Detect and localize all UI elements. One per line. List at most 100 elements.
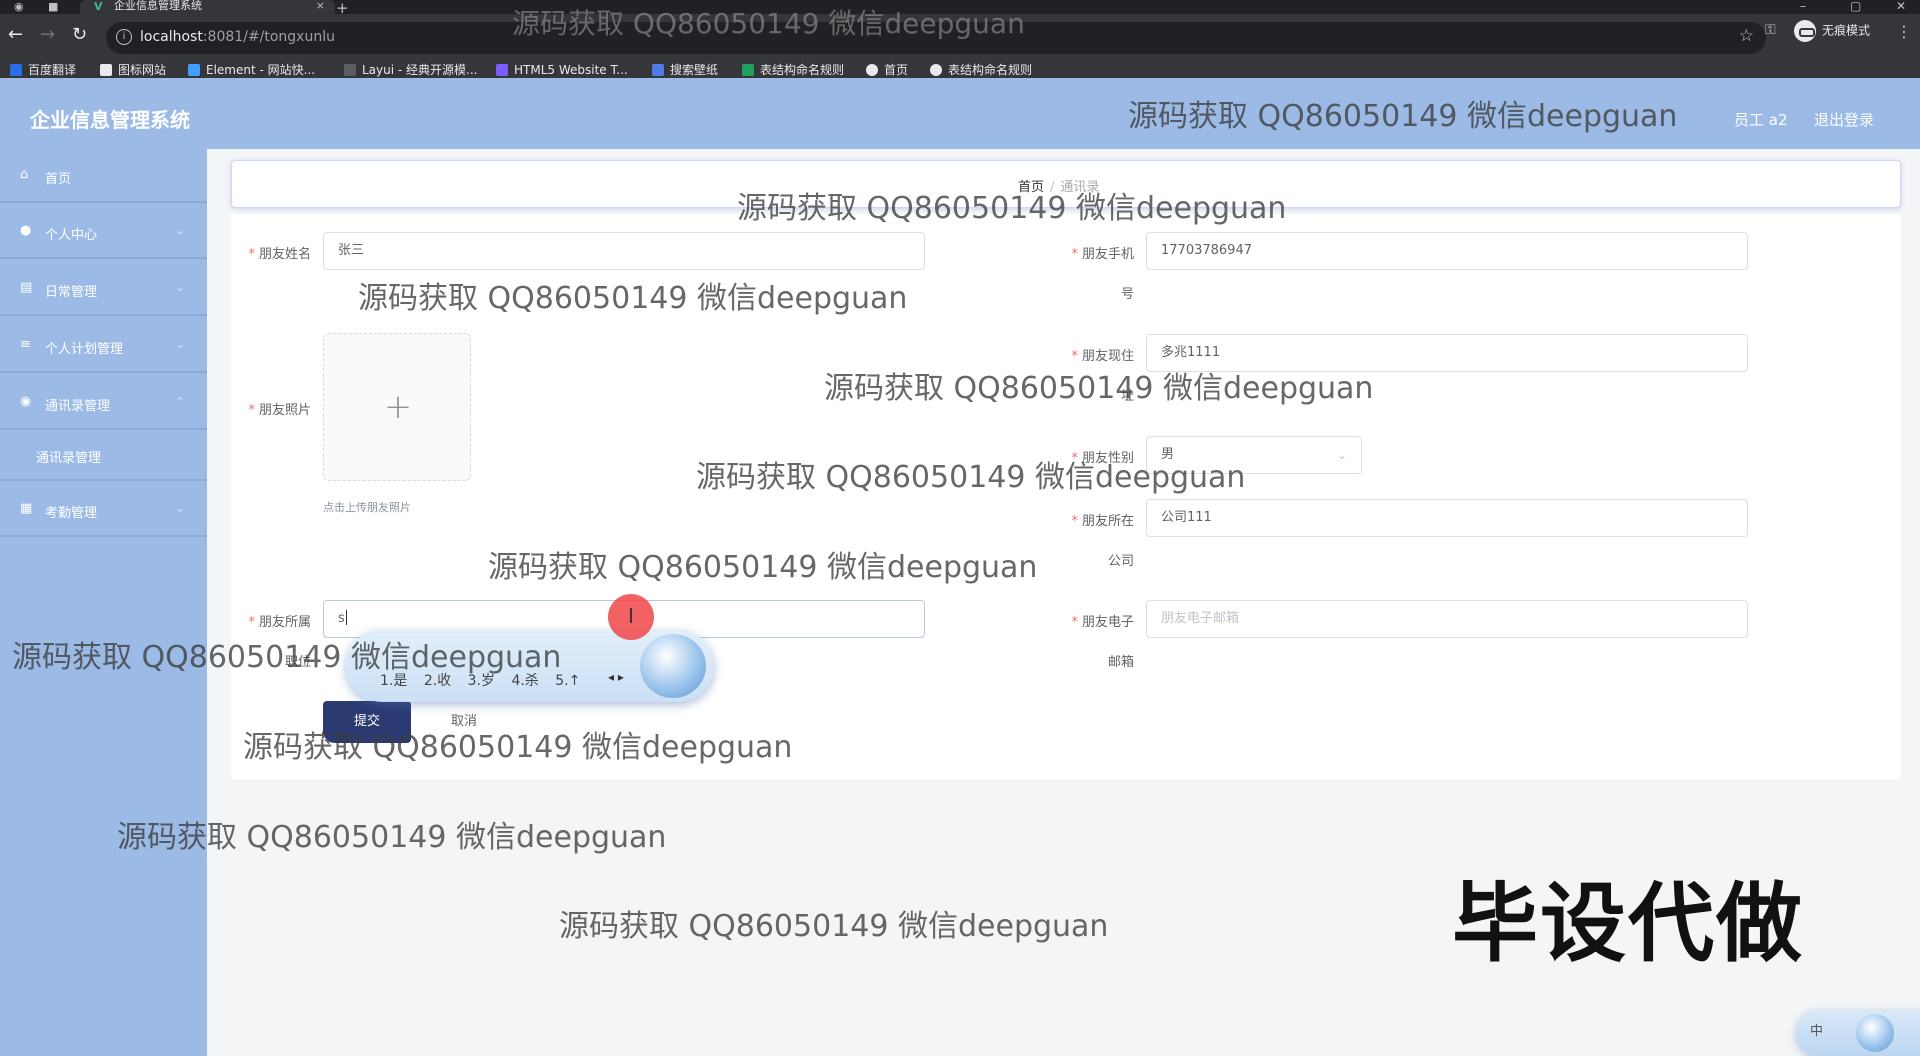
sidebar-item-label: 个人中心 bbox=[45, 228, 98, 243]
info-icon: ◉ bbox=[20, 394, 32, 409]
watermark: 源码获取 QQ86050149 微信deepguan bbox=[358, 281, 908, 316]
bookmark-star-icon[interactable]: ☆ bbox=[1739, 26, 1754, 46]
document-icon: ▤ bbox=[20, 280, 33, 295]
watermark: 源码获取 QQ86050149 微信deepguan bbox=[12, 640, 562, 675]
chevron-down-icon: ⌄ bbox=[175, 224, 185, 237]
minimize-icon[interactable]: – bbox=[1800, 0, 1806, 13]
globe-icon bbox=[866, 64, 878, 76]
ime-paging-icon[interactable]: ◂ ▸ bbox=[608, 670, 624, 684]
bookmark-item[interactable]: 表结构命名规则 bbox=[930, 62, 1032, 78]
ime-skin-icon bbox=[640, 634, 706, 698]
address-label: * 朋友现住 bbox=[1071, 349, 1134, 364]
browser-menu-icon[interactable]: ◉ bbox=[14, 0, 24, 13]
close-window-icon[interactable]: ✕ bbox=[1896, 0, 1906, 13]
maximize-icon[interactable]: ▢ bbox=[1850, 0, 1861, 13]
logout-link[interactable]: 退出登录 bbox=[1814, 109, 1874, 130]
bookmark-item[interactable]: HTML5 Website T... bbox=[496, 62, 628, 78]
chevron-down-icon: ⌄ bbox=[175, 281, 185, 294]
browser-tab[interactable]: V 企业信息管理系统 × bbox=[80, 0, 335, 14]
sidebar-item-daily[interactable]: ▤ 日常管理 ⌄ bbox=[0, 262, 207, 316]
incognito-label: 无痕模式 bbox=[1822, 23, 1871, 38]
phone-label: * 朋友手机 bbox=[1071, 247, 1134, 262]
sidebar-item-label: 通讯录管理 bbox=[45, 399, 111, 414]
company-label: * 朋友所在 bbox=[1071, 514, 1134, 529]
email-label-cont: 邮箱 bbox=[1107, 655, 1134, 670]
list-icon: ≡ bbox=[20, 337, 31, 352]
chevron-down-icon: ⌄ bbox=[175, 338, 185, 351]
chevron-up-icon: ⌃ bbox=[175, 395, 185, 408]
element-icon bbox=[188, 64, 200, 76]
app-title: 企业信息管理系统 bbox=[30, 108, 190, 132]
watermark: 源码获取 QQ86050149 微信deepguan bbox=[824, 371, 1374, 406]
sidebar-item-label: 个人计划管理 bbox=[45, 342, 124, 357]
watermark: 源码获取 QQ86050149 微信deepguan bbox=[512, 7, 1025, 40]
sidebar-item-label: 考勤管理 bbox=[45, 506, 98, 521]
bookmarks-bar: 百度翻译 图标网站 Element - 网站快... Layui - 经典开源模… bbox=[0, 62, 1920, 78]
back-icon[interactable]: ← bbox=[8, 24, 23, 45]
email-label: * 朋友电子 bbox=[1071, 615, 1134, 630]
bookmark-item[interactable]: 图标网站 bbox=[100, 62, 166, 78]
phone-field[interactable]: 17703786947 bbox=[1146, 232, 1748, 270]
grid-icon: ▦ bbox=[20, 501, 33, 516]
sidebar: ⌂ 首页 ● 个人中心 ⌄ ▤ 日常管理 ⌄ ≡ 个人计划管理 ⌄ ◉ 通讯录管… bbox=[0, 149, 207, 1056]
browser-tab-title: 企业信息管理系统 bbox=[114, 0, 202, 12]
upload-hint: 点击上传朋友照片 bbox=[323, 501, 411, 514]
sidebar-item-home[interactable]: ⌂ 首页 bbox=[0, 149, 207, 203]
vue-favicon-icon: V bbox=[94, 0, 103, 13]
bookmark-item[interactable]: 搜索壁纸 bbox=[652, 62, 718, 78]
close-tab-icon[interactable]: × bbox=[316, 0, 325, 12]
browser-menu-kebab-icon[interactable]: ⋮ bbox=[1896, 22, 1912, 41]
reload-icon[interactable]: ↻ bbox=[72, 24, 87, 45]
tab-search-icon[interactable]: ■ bbox=[48, 0, 58, 13]
name-label: * 朋友姓名 bbox=[248, 247, 311, 262]
translate-icon bbox=[10, 64, 22, 76]
position-label: * 朋友所属 bbox=[248, 615, 311, 630]
sidebar-item-plan[interactable]: ≡ 个人计划管理 ⌄ bbox=[0, 319, 207, 373]
globe-icon bbox=[930, 64, 942, 76]
watermark: 源码获取 QQ86050149 微信deepguan bbox=[117, 820, 667, 855]
company-label-cont: 公司 bbox=[1107, 554, 1134, 569]
password-key-icon[interactable]: ⚿ bbox=[1765, 22, 1776, 38]
incognito-profile[interactable]: 无痕模式 bbox=[1794, 20, 1870, 42]
home-icon: ⌂ bbox=[20, 167, 29, 182]
layui-icon bbox=[344, 64, 356, 76]
sidebar-subitem-label: 通讯录管理 bbox=[36, 451, 102, 466]
watermark: 源码获取 QQ86050149 微信deepguan bbox=[488, 550, 1038, 585]
ime-mode-label: 中 bbox=[1810, 1024, 1824, 1039]
text-cursor-icon: I bbox=[608, 594, 654, 640]
wallpaper-icon bbox=[652, 64, 664, 76]
phone-label-cont: 号 bbox=[1120, 287, 1134, 302]
html5-icon bbox=[496, 64, 508, 76]
chevron-down-icon: ⌄ bbox=[1336, 448, 1347, 462]
bookmark-item[interactable]: 百度翻译 bbox=[10, 62, 76, 78]
address-url[interactable]: localhost:8081/#/tongxunlu bbox=[140, 29, 335, 45]
watermark: 源码获取 QQ86050149 微信deepguan bbox=[243, 730, 793, 765]
photo-uploader[interactable]: + bbox=[323, 333, 471, 481]
current-user: 员工 a2 bbox=[1734, 111, 1788, 129]
company-field[interactable]: 公司111 bbox=[1146, 499, 1748, 537]
forward-icon[interactable]: → bbox=[40, 24, 55, 45]
user-icon: ● bbox=[20, 223, 32, 238]
bookmark-item[interactable]: Element - 网站快... bbox=[188, 62, 315, 78]
sheet-icon bbox=[742, 64, 754, 76]
bookmark-item[interactable]: Layui - 经典开源模... bbox=[344, 62, 477, 78]
ime-skin-icon bbox=[1856, 1014, 1894, 1052]
sidebar-item-label: 日常管理 bbox=[45, 285, 98, 300]
plus-icon: + bbox=[383, 387, 413, 427]
photo-label: * 朋友照片 bbox=[248, 403, 311, 418]
bookmark-item[interactable]: 首页 bbox=[866, 62, 908, 78]
chevron-down-icon: ⌄ bbox=[175, 502, 185, 515]
watermark: 源码获取 QQ86050149 微信deepguan bbox=[696, 460, 1246, 495]
watermark: 源码获取 QQ86050149 微信deepguan bbox=[559, 909, 1109, 944]
sidebar-item-attendance[interactable]: ▦ 考勤管理 ⌄ bbox=[0, 483, 207, 537]
watermark: 源码获取 QQ86050149 微信deepguan bbox=[1128, 99, 1678, 134]
bookmark-item[interactable]: 表结构命名规则 bbox=[742, 62, 844, 78]
sidebar-subitem-contacts[interactable]: 通讯录管理 bbox=[0, 431, 207, 481]
sidebar-item-profile[interactable]: ● 个人中心 ⌄ bbox=[0, 205, 207, 259]
site-info-icon[interactable]: i bbox=[116, 29, 132, 45]
email-field[interactable]: 朋友电子邮箱 bbox=[1146, 600, 1748, 638]
sidebar-item-contacts[interactable]: ◉ 通讯录管理 ⌃ bbox=[0, 376, 207, 430]
ime-status-bar[interactable]: 中 bbox=[1796, 1010, 1920, 1056]
name-field[interactable]: 张三 bbox=[323, 232, 925, 270]
incognito-icon bbox=[1794, 20, 1816, 42]
